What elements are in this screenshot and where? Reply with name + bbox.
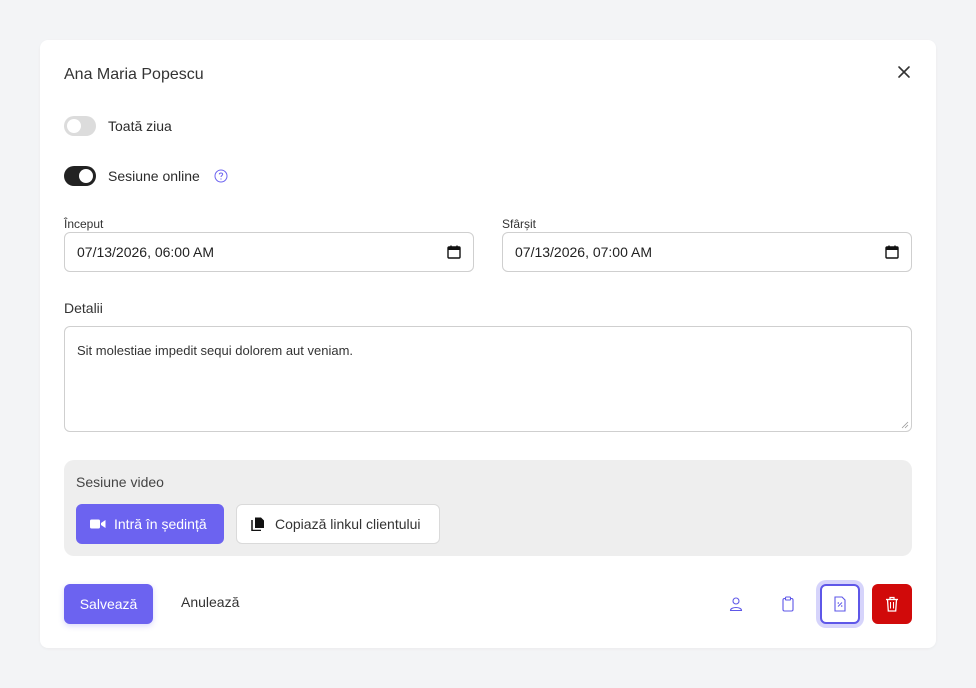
help-icon[interactable] [214, 169, 228, 183]
video-session-title: Sesiune video [76, 474, 164, 490]
trash-icon [886, 596, 898, 612]
cancel-button[interactable]: Anulează [181, 594, 239, 610]
details-textarea[interactable]: Sit molestiae impedit sequi dolorem aut … [64, 326, 912, 432]
copy-client-link-label: Copiază linkul clientului [275, 516, 421, 532]
toggle-knob [79, 169, 93, 183]
resize-handle-icon[interactable] [901, 421, 909, 429]
online-session-label: Sesiune online [108, 168, 200, 184]
details-label: Detalii [64, 300, 103, 316]
save-button[interactable]: Salvează [64, 584, 153, 624]
end-datetime-input[interactable]: 07/13/2026, 07:00 AM [502, 232, 912, 272]
notes-button[interactable] [768, 584, 808, 624]
end-datetime-value: 07/13/2026, 07:00 AM [515, 244, 652, 260]
dialog-title: Ana Maria Popescu [64, 66, 204, 83]
all-day-row: Toată ziua [64, 116, 172, 136]
start-datetime-value: 07/13/2026, 06:00 AM [77, 244, 214, 260]
video-session-panel: Sesiune video Intră în ședință Copiază l… [64, 460, 912, 556]
online-session-row: Sesiune online [64, 166, 228, 186]
client-profile-button[interactable] [716, 584, 756, 624]
copy-client-link-button[interactable]: Copiază linkul clientului [236, 504, 440, 544]
join-session-button[interactable]: Intră în ședință [76, 504, 224, 544]
end-label: Sfârșit [502, 217, 537, 231]
calendar-icon[interactable] [885, 245, 899, 259]
details-value: Sit molestiae impedit sequi dolorem aut … [77, 343, 354, 358]
copy-icon [251, 517, 264, 531]
person-icon [729, 597, 743, 612]
close-button[interactable] [896, 64, 912, 80]
all-day-toggle[interactable] [64, 116, 96, 136]
start-label: Început [64, 217, 104, 231]
event-dialog: Ana Maria Popescu Toată ziua Sesiune onl… [40, 40, 936, 648]
join-session-label: Intră în ședință [114, 516, 207, 532]
toggle-knob [67, 119, 81, 133]
invoice-icon [834, 596, 846, 612]
close-icon [898, 66, 910, 78]
invoice-button[interactable] [820, 584, 860, 624]
clipboard-icon [782, 596, 794, 612]
delete-button[interactable] [872, 584, 912, 624]
video-camera-icon [90, 519, 106, 529]
start-datetime-input[interactable]: 07/13/2026, 06:00 AM [64, 232, 474, 272]
all-day-label: Toată ziua [108, 118, 172, 134]
online-session-toggle[interactable] [64, 166, 96, 186]
calendar-icon[interactable] [447, 245, 461, 259]
